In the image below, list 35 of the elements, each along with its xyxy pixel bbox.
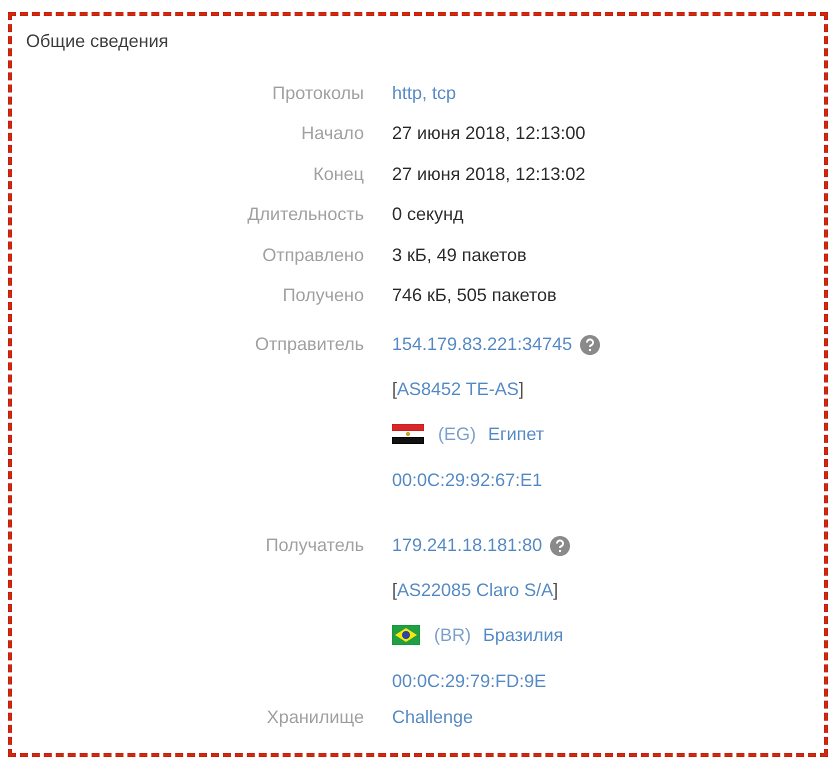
- field-label: Получатель: [264, 534, 365, 557]
- country-code: (BR): [434, 624, 471, 647]
- field-link[interactable]: http, tcp: [392, 80, 456, 107]
- as-link[interactable]: AS22085 Claro S/A: [397, 576, 554, 604]
- field-label: Отправлено: [261, 244, 365, 267]
- country-link[interactable]: Бразилия: [483, 622, 564, 648]
- field-label: Длительность: [246, 203, 365, 226]
- field-value: 27 июня 2018, 12:13:02: [392, 162, 586, 186]
- help-icon[interactable]: [580, 334, 600, 354]
- bracket: [: [392, 578, 398, 602]
- bracket: ]: [518, 378, 524, 401]
- help-icon[interactable]: [550, 536, 570, 556]
- field-value: 746 кБ, 505 пакетов: [392, 284, 557, 308]
- bracket: ]: [553, 578, 558, 602]
- address-link[interactable]: 154.179.83.221:34745: [392, 331, 572, 358]
- field-value: 0 секунд: [392, 203, 464, 226]
- as-link[interactable]: AS8452 TE-AS: [397, 376, 519, 402]
- address-link[interactable]: 179.241.18.181:80: [392, 532, 542, 559]
- mac-link[interactable]: 00:0C:29:92:67:E1: [392, 466, 542, 494]
- field-label: Хранилище: [266, 706, 365, 729]
- field-value: 27 июня 2018, 12:13:00: [392, 122, 586, 146]
- field-label: Получено: [282, 284, 365, 308]
- section-title: Общие сведения: [26, 30, 170, 53]
- field-label: Конец: [312, 162, 365, 186]
- country-code: (EG): [438, 422, 476, 446]
- field-label: Протоколы: [271, 82, 365, 105]
- field-label: Отправитель: [254, 333, 365, 356]
- country-link[interactable]: Египет: [488, 420, 544, 448]
- flag-icon: [392, 625, 420, 645]
- mac-link[interactable]: 00:0C:29:79:FD:9E: [392, 668, 546, 694]
- bracket: [: [392, 378, 398, 401]
- field-label: Начало: [300, 122, 365, 146]
- flag-icon: [392, 424, 424, 444]
- storage-link[interactable]: Challenge: [392, 704, 474, 730]
- field-value: 3 кБ, 49 пакетов: [392, 244, 527, 267]
